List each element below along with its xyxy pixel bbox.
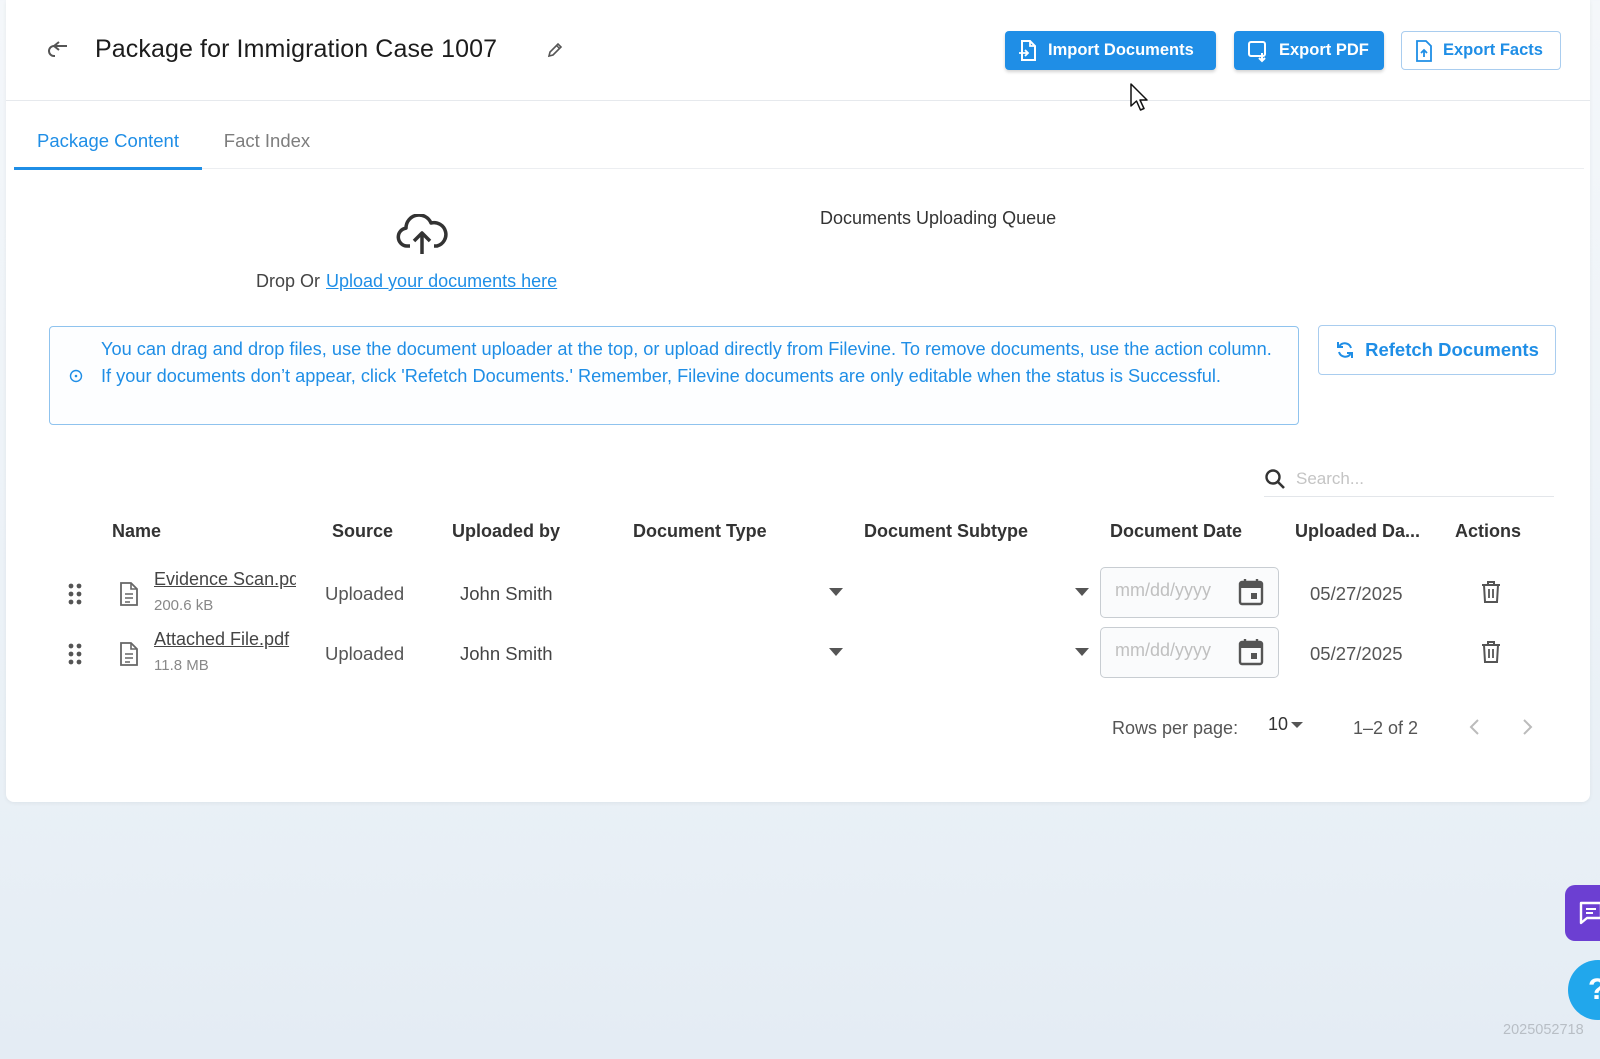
refetch-documents-label: Refetch Documents xyxy=(1365,339,1539,360)
uploaded-by-value: John Smith xyxy=(460,643,553,664)
file-name-link[interactable]: Evidence Scan.pdf xyxy=(154,569,296,590)
calendar-icon[interactable] xyxy=(1237,577,1265,607)
info-icon xyxy=(69,369,83,383)
calendar-icon[interactable] xyxy=(1237,637,1265,667)
question-mark-icon: ? xyxy=(1588,973,1600,1007)
page-header: Package for Immigration Case 1007 Import… xyxy=(6,0,1590,101)
import-documents-label: Import Documents xyxy=(1048,41,1194,59)
rows-per-page-value: 10 xyxy=(1268,714,1289,734)
uploaded-date-value: 05/27/2025 xyxy=(1310,643,1403,664)
info-alert: You can drag and drop files, use the doc… xyxy=(49,326,1299,425)
drag-handle-icon[interactable] xyxy=(68,583,82,605)
mouse-cursor-icon xyxy=(1130,83,1148,111)
return-arrow-icon xyxy=(48,41,67,57)
column-header-actions: Actions xyxy=(1455,521,1522,541)
file-name-link[interactable]: Attached File.pdf xyxy=(154,629,296,650)
column-header-document-type[interactable]: Document Type xyxy=(633,521,767,542)
tab-fact-index[interactable]: Fact Index xyxy=(202,113,332,169)
column-header-source[interactable]: Source xyxy=(332,521,393,542)
document-type-select[interactable] xyxy=(641,626,851,678)
version-number: 2025052718 xyxy=(1503,1022,1584,1038)
pencil-icon xyxy=(547,42,563,58)
file-size: 200.6 kB xyxy=(154,597,214,614)
drag-handle-icon[interactable] xyxy=(68,643,82,665)
drop-zone-text: Drop Or Upload your documents here xyxy=(256,271,557,292)
search-box xyxy=(1264,461,1554,497)
document-type-select[interactable] xyxy=(641,566,851,618)
rows-per-page-label: Rows per page: xyxy=(1112,718,1239,738)
previous-page-icon[interactable] xyxy=(1468,717,1482,737)
search-input[interactable] xyxy=(1296,468,1536,489)
column-header-document-date[interactable]: Document Date xyxy=(1110,521,1242,542)
document-icon xyxy=(120,582,138,606)
import-documents-button[interactable]: Import Documents xyxy=(1005,31,1216,70)
table-row: Evidence Scan.pdf 200.6 kB Uploaded John… xyxy=(56,566,1556,626)
uploaded-by-value: John Smith xyxy=(460,583,553,604)
chat-button[interactable] xyxy=(1565,885,1600,941)
source-value: Uploaded xyxy=(325,583,405,604)
uploaded-date-value: 05/27/2025 xyxy=(1310,583,1403,604)
export-facts-label: Export Facts xyxy=(1443,41,1543,59)
document-subtype-select[interactable] xyxy=(886,626,1096,678)
document-icon xyxy=(120,642,138,666)
info-alert-text: You can drag and drop files, use the doc… xyxy=(101,339,1272,386)
drop-prefix: Drop Or xyxy=(256,271,321,291)
upload-queue-title: Documents Uploading Queue xyxy=(820,208,1057,228)
next-page-icon[interactable] xyxy=(1520,717,1534,737)
delete-trash-icon[interactable] xyxy=(1480,580,1502,604)
column-header-name[interactable]: Name xyxy=(112,521,161,542)
dropdown-arrow-icon xyxy=(829,588,843,596)
dropdown-arrow-icon xyxy=(1075,588,1089,596)
dropdown-arrow-icon xyxy=(1075,648,1089,656)
delete-trash-icon[interactable] xyxy=(1480,640,1502,664)
dropdown-arrow-icon xyxy=(829,648,843,656)
export-pdf-label: Export PDF xyxy=(1279,41,1369,59)
document-date-field xyxy=(1100,627,1279,678)
document-date-input[interactable] xyxy=(1115,640,1235,661)
tab-bar: Package Content Fact Index xyxy=(14,113,1584,170)
back-button[interactable] xyxy=(42,36,76,66)
column-header-document-subtype[interactable]: Document Subtype xyxy=(864,521,1028,542)
document-subtype-select[interactable] xyxy=(886,566,1096,618)
export-pdf-icon xyxy=(1248,40,1266,62)
document-date-field xyxy=(1100,567,1279,618)
import-file-icon xyxy=(1019,39,1036,61)
export-pdf-button[interactable]: Export PDF xyxy=(1234,31,1384,70)
dropdown-arrow-icon xyxy=(1291,721,1304,728)
file-size: 11.8 MB xyxy=(154,657,209,674)
source-value: Uploaded xyxy=(325,643,405,664)
chat-icon xyxy=(1579,901,1600,925)
search-icon xyxy=(1265,468,1285,489)
export-file-icon xyxy=(1416,39,1432,62)
tab-package-content[interactable]: Package Content xyxy=(14,113,202,170)
help-button[interactable]: ? xyxy=(1568,960,1600,1020)
column-header-uploaded-date[interactable]: Uploaded Da... xyxy=(1295,521,1420,542)
pagination-range: 1–2 of 2 xyxy=(1353,718,1419,738)
upload-documents-link[interactable]: Upload your documents here xyxy=(326,271,557,291)
document-date-input[interactable] xyxy=(1115,580,1235,601)
rows-per-page-select[interactable]: 10 xyxy=(1268,714,1304,735)
refresh-icon xyxy=(1337,342,1354,358)
column-header-uploaded-by[interactable]: Uploaded by xyxy=(452,521,560,542)
page-title: Package for Immigration Case 1007 xyxy=(95,35,498,63)
export-facts-button[interactable]: Export Facts xyxy=(1401,31,1561,70)
edit-title-button[interactable] xyxy=(542,37,568,63)
refetch-documents-button[interactable]: Refetch Documents xyxy=(1318,325,1556,375)
table-row: Attached File.pdf 11.8 MB Uploaded John … xyxy=(56,626,1556,686)
package-card: Package for Immigration Case 1007 Import… xyxy=(6,0,1590,802)
cloud-upload-icon[interactable] xyxy=(396,214,448,256)
